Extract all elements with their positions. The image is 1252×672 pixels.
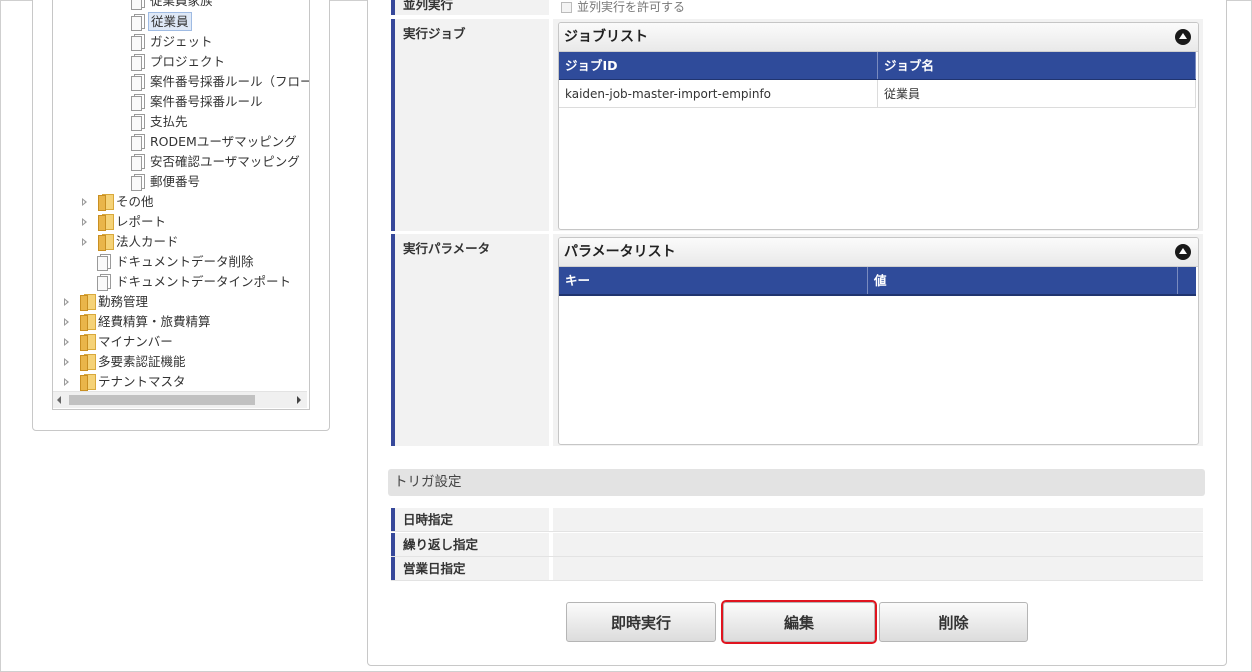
trigger-datetime-label: 日時指定 xyxy=(391,508,549,531)
tree-item-postal-code[interactable]: 郵便番号 xyxy=(131,172,202,192)
document-icon xyxy=(131,34,145,51)
tree-item-gadget[interactable]: ガジェット xyxy=(131,32,215,52)
tree-item-project[interactable]: プロジェクト xyxy=(131,52,227,72)
document-icon xyxy=(131,0,145,10)
scrollbar-thumb[interactable] xyxy=(69,395,255,405)
col-job-name[interactable]: ジョブ名 xyxy=(878,52,1196,79)
document-icon xyxy=(131,154,145,171)
folder-icon xyxy=(80,294,96,311)
expand-arrow-icon[interactable] xyxy=(64,298,69,306)
collapse-icon[interactable] xyxy=(1175,244,1191,260)
parallel-row: 並列実行 並列実行を許可する xyxy=(391,0,1203,15)
parallel-value: 並列実行を許可する xyxy=(553,0,1203,15)
job-label: 実行ジョブ xyxy=(391,19,549,231)
document-icon xyxy=(97,274,111,291)
tree-view: 従業員家族 従業員 ガジェット プロジェクト 案件番号採番ルール（フロー： 案件… xyxy=(52,0,310,410)
job-name-cell[interactable]: 従業員 xyxy=(878,80,1196,108)
run-now-button[interactable]: 即時実行 xyxy=(566,602,716,642)
tree-item-case-numbering-flow[interactable]: 案件番号採番ルール（フロー： xyxy=(131,72,309,92)
folder-icon xyxy=(80,354,96,371)
tree-item-corporate-card[interactable]: 法人カード xyxy=(81,232,181,252)
job-id-cell[interactable]: kaiden-job-master-import-empinfo xyxy=(559,80,878,108)
trigger-repeat-label: 繰り返し指定 xyxy=(391,533,549,556)
tree-item-employee-family[interactable]: 従業員家族 xyxy=(131,0,215,11)
tree-horizontal-scrollbar[interactable] xyxy=(53,391,307,408)
param-list-title: パラメータリスト xyxy=(559,238,1198,267)
param-list-panel: パラメータリスト キー 値 xyxy=(558,237,1199,445)
tree-item-safety-mapping[interactable]: 安否確認ユーザマッピング xyxy=(131,152,302,172)
document-icon xyxy=(131,114,145,131)
trigger-business-day-value xyxy=(553,557,1203,580)
collapse-icon[interactable] xyxy=(1175,29,1191,45)
checkbox[interactable] xyxy=(561,2,572,13)
job-grid-header: ジョブID ジョブ名 xyxy=(559,52,1196,81)
trigger-business-day-label: 営業日指定 xyxy=(391,557,549,580)
tree-item-rodem-mapping[interactable]: RODEMユーザマッピング xyxy=(131,132,299,152)
tree-item-my-number[interactable]: マイナンバー xyxy=(63,332,175,352)
job-list-panel: ジョブリスト ジョブID ジョブ名 kaiden-job-master-impo… xyxy=(558,22,1199,230)
folder-icon xyxy=(80,314,96,331)
folder-icon xyxy=(80,334,96,351)
expand-arrow-icon[interactable] xyxy=(82,198,87,206)
document-icon xyxy=(131,94,145,111)
expand-arrow-icon[interactable] xyxy=(64,318,69,326)
col-job-id[interactable]: ジョブID xyxy=(559,52,878,79)
document-icon xyxy=(131,174,145,191)
scroll-left-arrow-icon[interactable] xyxy=(57,396,61,404)
trigger-repeat-value xyxy=(553,533,1203,556)
trigger-section-header: トリガ設定 xyxy=(388,469,1205,496)
trigger-row-datetime: 日時指定 xyxy=(391,508,1203,532)
document-icon xyxy=(131,74,145,91)
tree-item-document-import[interactable]: ドキュメントデータインポート xyxy=(97,272,293,292)
tree-item-other[interactable]: その他 xyxy=(81,192,156,212)
tree-item-case-numbering[interactable]: 案件番号採番ルール xyxy=(131,92,265,112)
tree-item-report[interactable]: レポート xyxy=(81,212,168,232)
expand-arrow-icon[interactable] xyxy=(64,378,69,386)
tree-item-employee[interactable]: 従業員 xyxy=(131,12,192,32)
tree-item-expense[interactable]: 経費精算・旅費精算 xyxy=(63,312,213,332)
document-icon xyxy=(97,254,111,271)
tree-item-mfa[interactable]: 多要素認証機能 xyxy=(63,352,188,372)
edit-button[interactable]: 編集 xyxy=(721,600,877,644)
delete-button[interactable]: 削除 xyxy=(879,602,1028,642)
col-value[interactable]: 値 xyxy=(868,267,1178,294)
expand-arrow-icon[interactable] xyxy=(64,358,69,366)
expand-arrow-icon[interactable] xyxy=(82,218,87,226)
document-icon xyxy=(131,14,145,31)
parallel-checkbox-text: 並列実行を許可する xyxy=(577,0,686,14)
tree-item-document-delete[interactable]: ドキュメントデータ削除 xyxy=(97,252,256,272)
trigger-datetime-value xyxy=(553,508,1203,531)
trigger-row-business-day: 営業日指定 xyxy=(391,557,1203,581)
folder-icon xyxy=(98,214,114,231)
tree-item-payee[interactable]: 支払先 xyxy=(131,112,190,132)
folder-icon xyxy=(80,374,96,391)
tree-item-tenant-master[interactable]: テナントマスタ xyxy=(63,372,188,392)
param-grid-header: キー 値 xyxy=(559,267,1196,296)
parallel-label: 並列実行 xyxy=(391,0,549,15)
params-label: 実行パラメータ xyxy=(391,234,549,446)
tree-item-attendance[interactable]: 勤務管理 xyxy=(63,292,150,312)
job-list-title: ジョブリスト xyxy=(559,23,1198,52)
col-key[interactable]: キー xyxy=(559,267,868,294)
trigger-row-repeat: 繰り返し指定 xyxy=(391,533,1203,557)
folder-icon xyxy=(98,234,114,251)
scroll-right-arrow-icon[interactable] xyxy=(297,396,301,404)
expand-arrow-icon[interactable] xyxy=(64,338,69,346)
expand-arrow-icon[interactable] xyxy=(82,238,87,246)
folder-icon xyxy=(98,194,114,211)
document-icon xyxy=(131,54,145,71)
document-icon xyxy=(131,134,145,151)
